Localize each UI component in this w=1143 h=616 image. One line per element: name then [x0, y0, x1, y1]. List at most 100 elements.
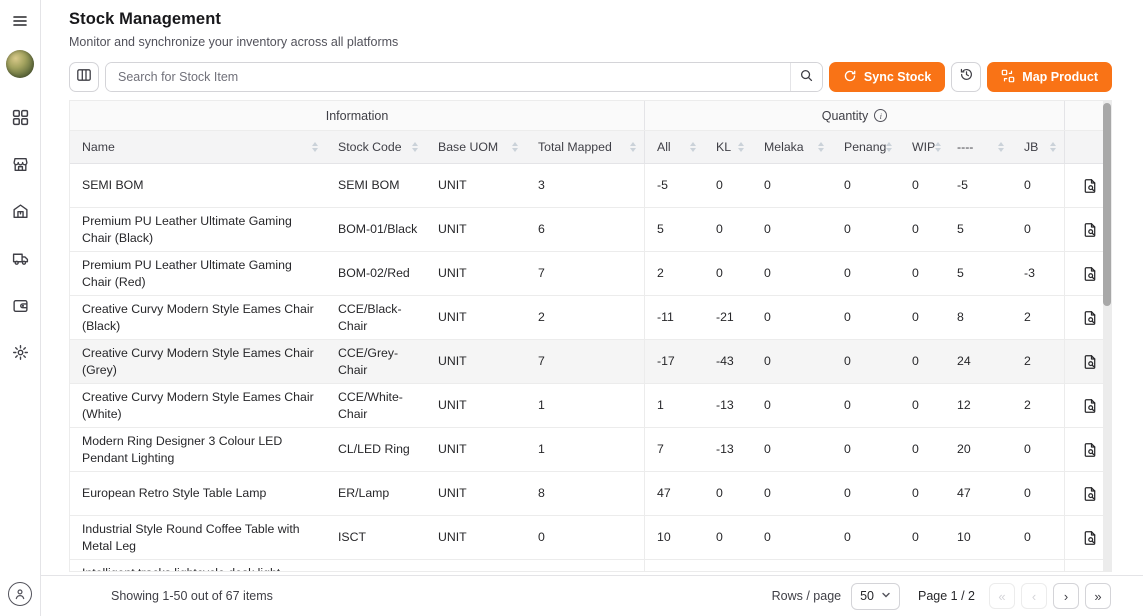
cell-quantity: -23	[704, 560, 752, 572]
cell-quantity: 0	[752, 208, 832, 251]
avatar[interactable]	[6, 50, 34, 78]
rows-per-page-select[interactable]: 50	[851, 583, 900, 610]
search-input[interactable]	[106, 63, 790, 91]
account-icon[interactable]	[8, 582, 32, 606]
sort-icon[interactable]	[412, 142, 418, 152]
footer: Showing 1-50 out of 67 items Rows / page…	[41, 575, 1143, 616]
rows-per-page-label: Rows / page	[772, 589, 841, 603]
footer-controls: Rows / page 50 Page 1 / 2 «‹›»	[772, 583, 1143, 610]
file-search-icon	[1082, 178, 1098, 194]
table-row[interactable]: Premium PU Leather Ultimate Gaming Chair…	[70, 252, 1111, 296]
sort-icon[interactable]	[818, 142, 824, 152]
sort-icon[interactable]	[690, 142, 696, 152]
cell-quantity: 0	[900, 164, 945, 207]
cell-base-uom: UNIT	[426, 296, 526, 339]
sync-stock-button[interactable]: Sync Stock	[829, 62, 945, 92]
cell-quantity: 0	[832, 384, 900, 427]
toolbar: Sync Stock Map Product	[69, 62, 1112, 92]
table-row[interactable]: Creative Curvy Modern Style Eames Chair …	[70, 340, 1111, 384]
cell-base-uom: UNIT	[426, 428, 526, 471]
cell-quantity: 10	[945, 516, 1012, 559]
file-search-icon	[1082, 354, 1098, 370]
cell-quantity: 0	[832, 296, 900, 339]
store-icon[interactable]	[11, 155, 29, 173]
cell-quantity: 0	[704, 208, 752, 251]
column-header-melaka[interactable]: Melaka	[752, 131, 832, 163]
cell-base-uom: UNIT	[426, 560, 526, 572]
column-header-name[interactable]: Name	[70, 131, 326, 163]
table-column-header: NameStock CodeBase UOMTotal MappedAll KL M…	[70, 131, 1111, 164]
main-content: Stock Management Monitor and synchronize…	[41, 0, 1143, 616]
page-subtitle: Monitor and synchronize your inventory a…	[69, 35, 1143, 49]
group-quantity-label: Quantity	[822, 109, 869, 123]
file-search-icon	[1082, 442, 1098, 458]
column-header-penang[interactable]: Penang	[832, 131, 900, 163]
last-page-button[interactable]: »	[1085, 583, 1111, 609]
cell-stock-code: BOM-02/Red	[326, 252, 426, 295]
column-header-all[interactable]: All	[644, 131, 704, 163]
search-icon	[799, 68, 814, 86]
column-header-stock-code[interactable]: Stock Code	[326, 131, 426, 163]
column-header-kl[interactable]: KL	[704, 131, 752, 163]
cell-name: Creative Curvy Modern Style Eames Chair …	[70, 384, 326, 427]
cell-quantity: -43	[704, 340, 752, 383]
columns-toggle-button[interactable]	[69, 62, 99, 92]
cell-quantity: 2	[644, 252, 704, 295]
table-row[interactable]: Premium PU Leather Ultimate Gaming Chair…	[70, 208, 1111, 252]
table-row[interactable]: Creative Curvy Modern Style Eames Chair …	[70, 296, 1111, 340]
cell-stock-code: SEMI BOM	[326, 164, 426, 207]
page-title: Stock Management	[69, 10, 1143, 29]
warehouse-icon[interactable]	[11, 202, 29, 220]
truck-icon[interactable]	[11, 249, 29, 267]
cell-quantity: -5	[644, 164, 704, 207]
cell-quantity: 0	[1012, 428, 1064, 471]
column-header--[interactable]: ----	[945, 131, 1012, 163]
sort-icon[interactable]	[738, 142, 744, 152]
dashboard-icon[interactable]	[11, 108, 29, 126]
menu-icon[interactable]	[11, 12, 29, 30]
sync-icon	[843, 69, 857, 86]
table-row[interactable]: Modern Ring Designer 3 Colour LED Pendan…	[70, 428, 1111, 472]
vertical-scrollbar[interactable]	[1103, 101, 1111, 571]
scrollbar-thumb[interactable]	[1103, 103, 1111, 306]
column-header-wip[interactable]: WIP	[900, 131, 945, 163]
cell-base-uom: UNIT	[426, 516, 526, 559]
sort-icon[interactable]	[512, 142, 518, 152]
pagination: «‹›»	[989, 583, 1111, 609]
table-row[interactable]: Creative Curvy Modern Style Eames Chair …	[70, 384, 1111, 428]
column-header-total-mapped[interactable]: Total Mapped	[526, 131, 644, 163]
table-row[interactable]: Intelligent tracks lightcycle desk light…	[70, 560, 1111, 572]
search-button[interactable]	[790, 63, 822, 91]
column-header-jb[interactable]: JB	[1012, 131, 1064, 163]
column-label: Penang	[844, 140, 886, 154]
wallet-icon[interactable]	[11, 296, 29, 314]
sync-history-button[interactable]	[951, 62, 981, 92]
column-label: ----	[957, 140, 973, 154]
table-row[interactable]: SEMI BOM SEMI BOM UNIT 3 -50000-50	[70, 164, 1111, 208]
cell-quantity: -17	[644, 340, 704, 383]
sort-icon[interactable]	[312, 142, 318, 152]
settings-icon[interactable]	[11, 343, 29, 361]
cell-quantity: 0	[900, 428, 945, 471]
cell-total-mapped: 8	[526, 472, 644, 515]
cell-quantity: -21	[704, 296, 752, 339]
history-icon	[959, 67, 974, 87]
map-product-button[interactable]: Map Product	[987, 62, 1112, 92]
cell-quantity: 0	[832, 164, 900, 207]
cell-quantity: -13	[704, 384, 752, 427]
cell-quantity: 0	[1012, 164, 1064, 207]
sort-icon[interactable]	[935, 142, 941, 152]
sort-icon[interactable]	[1050, 142, 1056, 152]
cell-stock-code: CCE/Black-Chair	[326, 296, 426, 339]
column-header-base-uom[interactable]: Base UOM	[426, 131, 526, 163]
table-row[interactable]: Industrial Style Round Coffee Table with…	[70, 516, 1111, 560]
cell-total-mapped: 3	[526, 164, 644, 207]
sort-icon[interactable]	[630, 142, 636, 152]
cell-quantity: 0	[752, 384, 832, 427]
sort-icon[interactable]	[886, 142, 892, 152]
info-icon[interactable]: i	[874, 109, 887, 122]
column-label: KL	[716, 140, 731, 154]
next-page-button[interactable]: ›	[1053, 583, 1079, 609]
table-row[interactable]: European Retro Style Table Lamp ER/Lamp …	[70, 472, 1111, 516]
sort-icon[interactable]	[998, 142, 1004, 152]
